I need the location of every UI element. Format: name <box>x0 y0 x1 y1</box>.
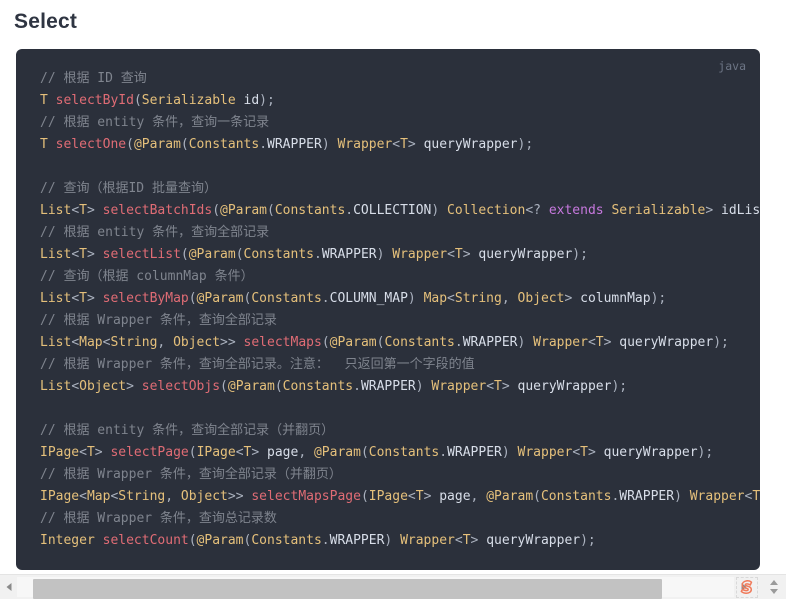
triangle-up-icon[interactable] <box>770 580 778 585</box>
page-title: Select <box>14 10 78 33</box>
code-content: // 根据 ID 查询 T selectById(Serializable id)… <box>40 71 760 548</box>
code-scroll-area[interactable]: // 根据 ID 查询 T selectById(Serializable id)… <box>16 49 760 570</box>
triangle-down-icon[interactable] <box>770 589 778 594</box>
scrollbar-track[interactable] <box>17 577 734 599</box>
sogou-s-logo-icon <box>736 577 758 598</box>
horizontal-scrollbar[interactable] <box>0 574 786 599</box>
scrollbar-thumb[interactable] <box>33 579 662 599</box>
language-label: java <box>718 59 746 73</box>
triangle-left-icon <box>6 583 11 591</box>
code-block: java // 根据 ID 查询 T selectById(Serializabl… <box>16 49 760 570</box>
scroll-spinner[interactable] <box>768 579 780 596</box>
scroll-left-button[interactable] <box>0 575 17 599</box>
